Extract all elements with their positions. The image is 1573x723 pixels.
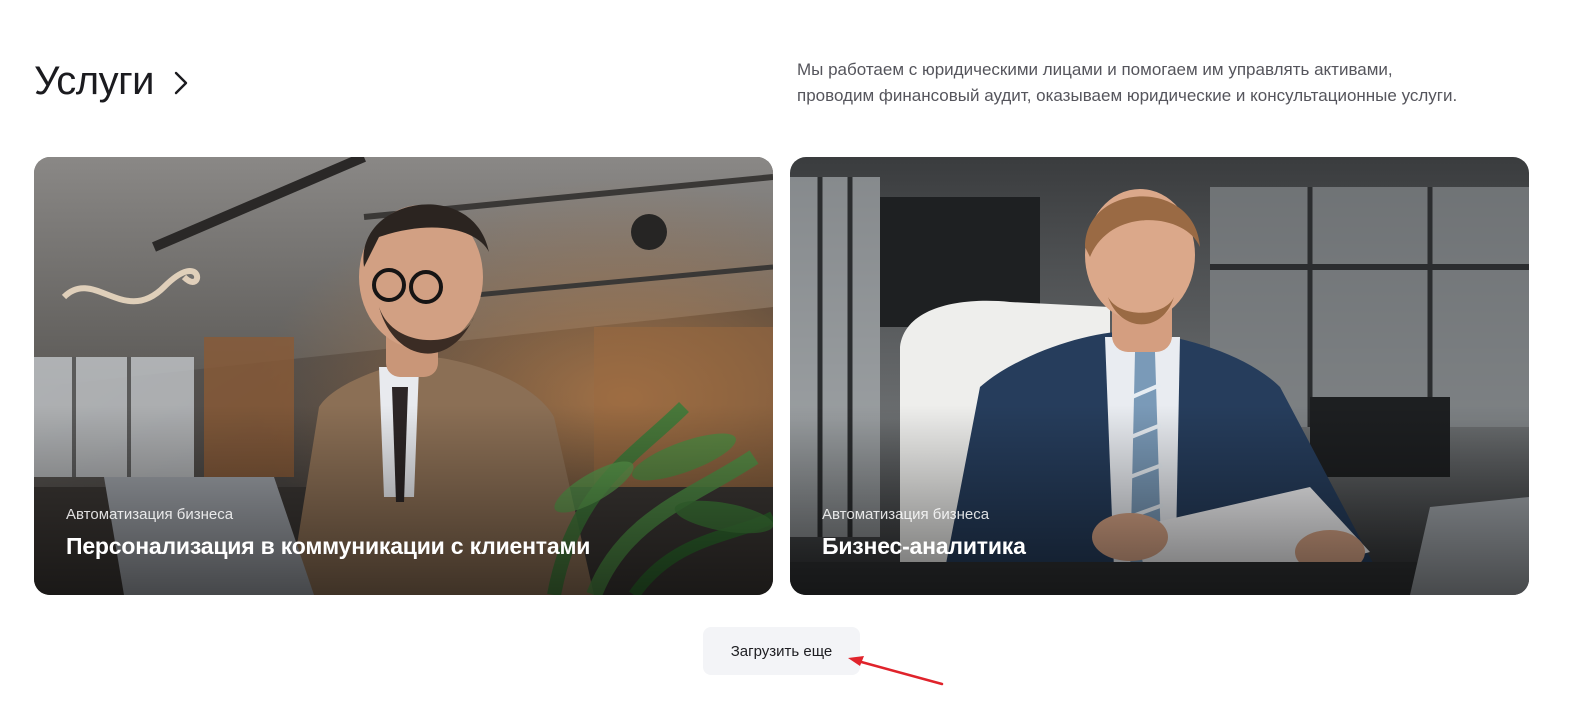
card-caption: Автоматизация бизнеса Бизнес-аналитика xyxy=(822,505,1497,561)
card-caption: Автоматизация бизнеса Персонализация в к… xyxy=(66,505,741,561)
card-category: Автоматизация бизнеса xyxy=(66,506,234,523)
card-title: Персонализация в коммуникации с клиентам… xyxy=(66,533,591,559)
services-heading-link[interactable]: Услуги xyxy=(34,56,192,106)
red-arrow-icon xyxy=(848,656,944,686)
service-card-business-analytics[interactable]: Автоматизация бизнеса Бизнес-аналитика xyxy=(790,157,1529,595)
page-title: Услуги xyxy=(34,59,155,103)
card-title: Бизнес-аналитика xyxy=(822,533,1026,559)
service-card-personalization[interactable]: Автоматизация бизнеса Персонализация в к… xyxy=(34,157,773,595)
card-category: Автоматизация бизнеса xyxy=(822,506,990,523)
services-intro: Мы работаем с юридическими лицами и помо… xyxy=(797,57,1537,109)
load-more-button[interactable]: Загрузить еще xyxy=(703,627,860,675)
intro-line-2: проводим финансовый аудит, оказываем юри… xyxy=(797,86,1458,105)
services-page: Услуги Мы работаем с юридическими лицами… xyxy=(0,0,1573,723)
intro-line-1: Мы работаем с юридическими лицами и помо… xyxy=(797,60,1393,79)
chevron-right-icon xyxy=(174,71,188,95)
